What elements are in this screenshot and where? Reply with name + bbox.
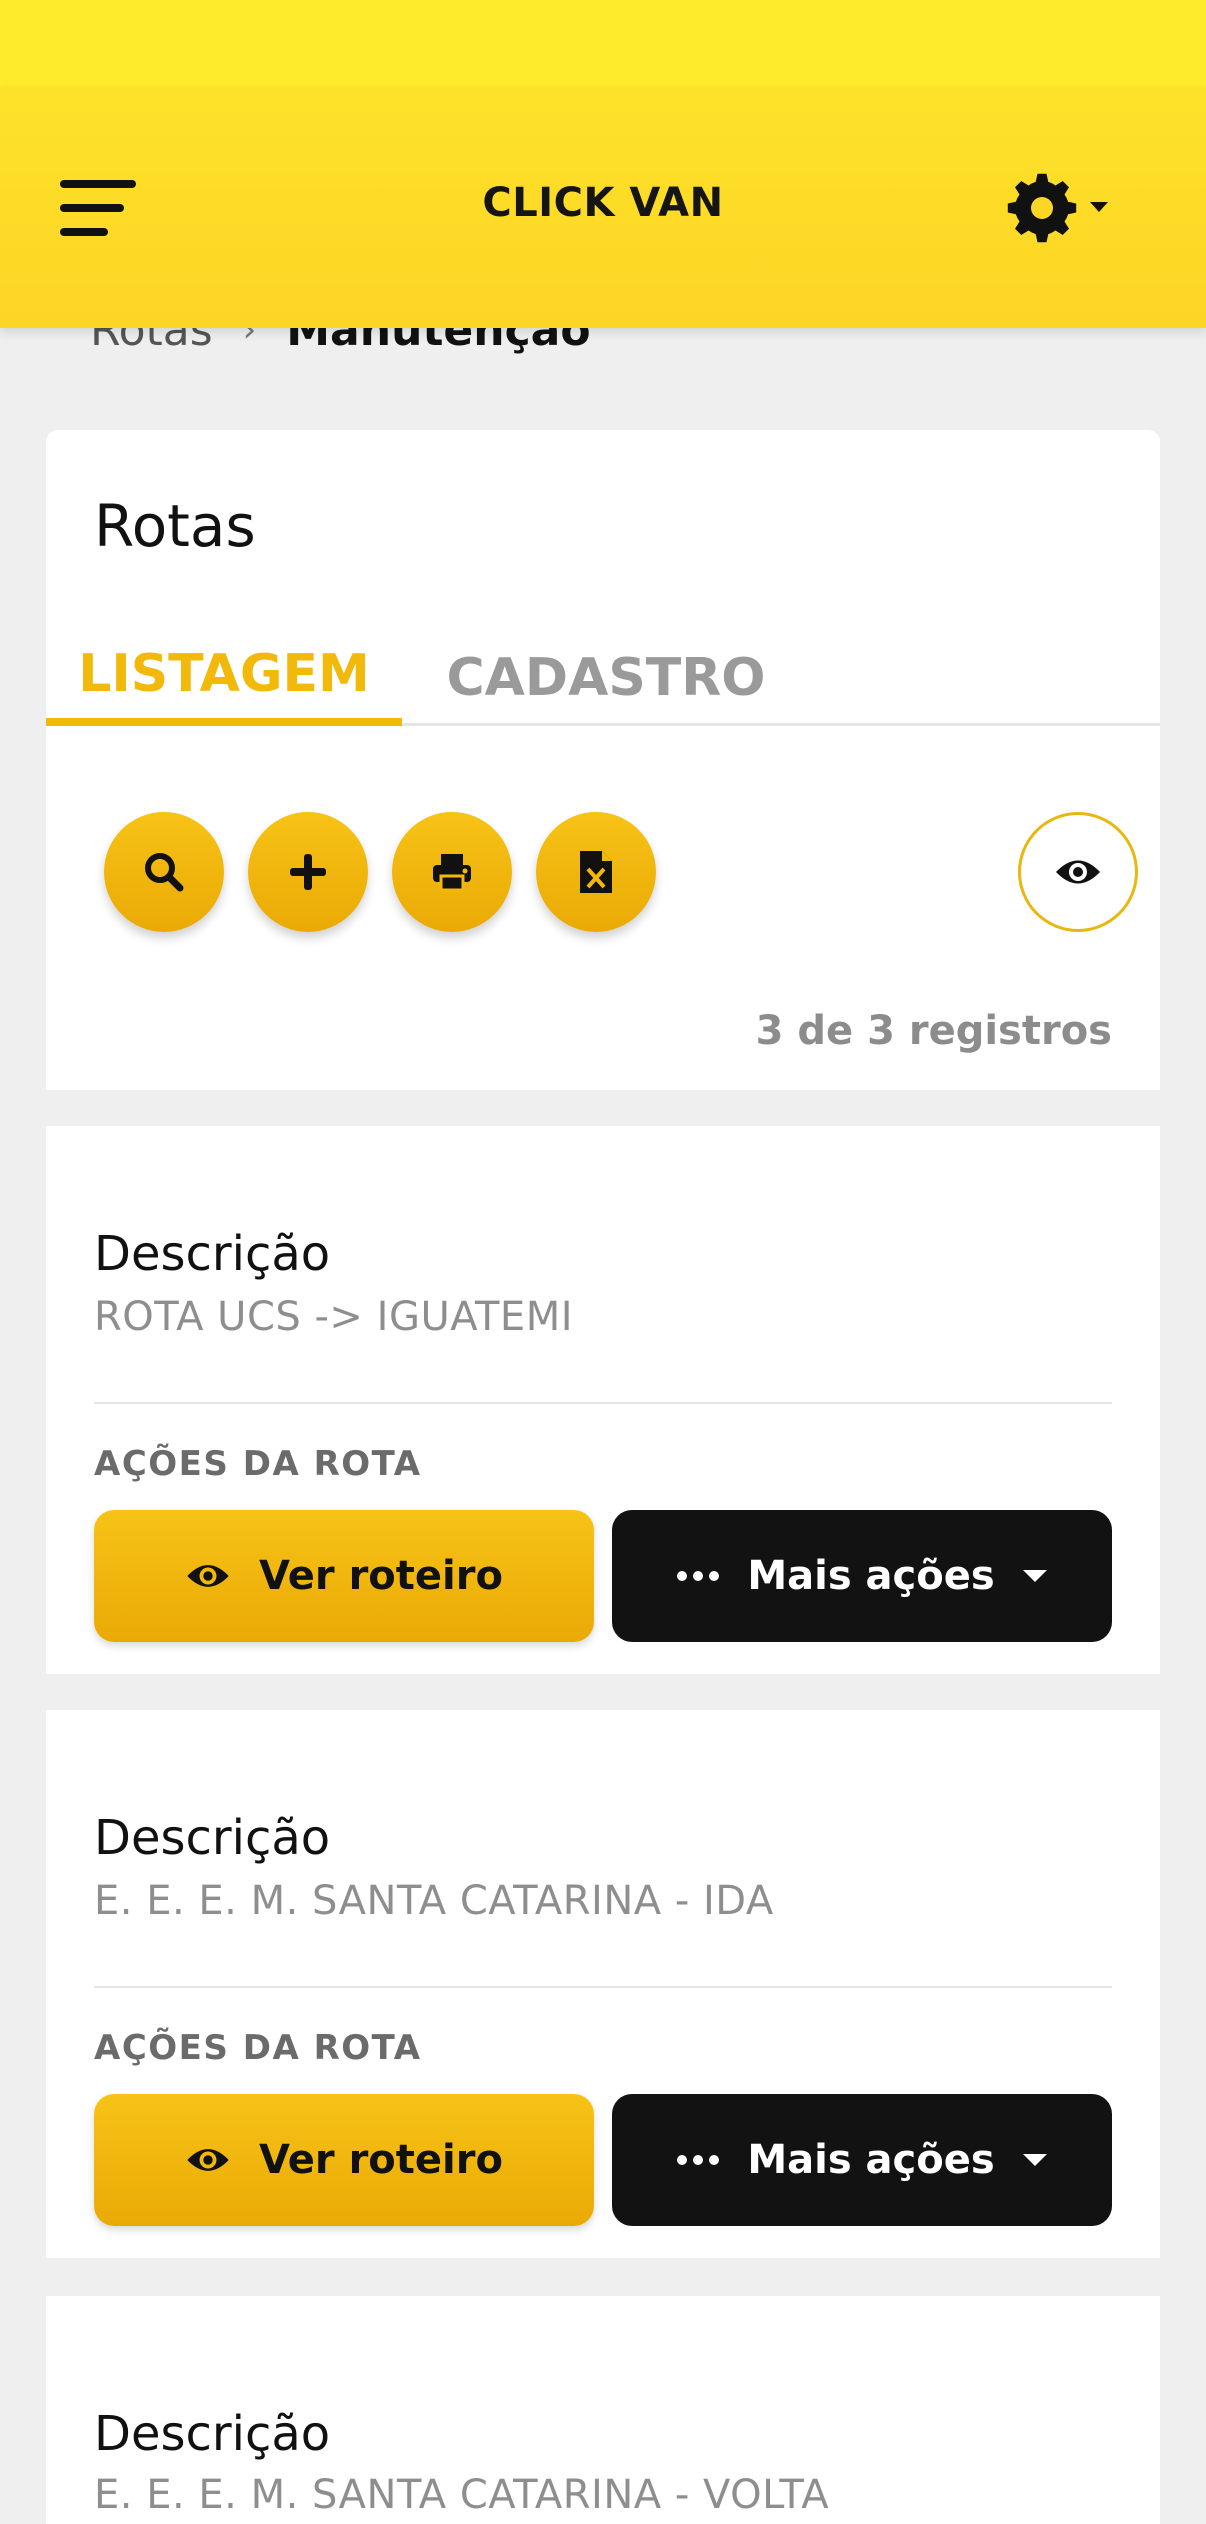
add-button[interactable] [248,812,368,932]
divider [94,1986,1112,1988]
print-icon [433,854,471,892]
view-itinerary-button[interactable]: Ver roteiro [94,2094,594,2226]
divider [94,1402,1112,1404]
search-icon [145,853,184,892]
route-description-value: E. E. E. M. SANTA CATARINA - IDA [94,1878,774,1924]
print-button[interactable] [392,812,512,932]
eye-icon [187,1565,229,1587]
route-card: Descrição E. E. E. M. SANTA CATARINA - I… [46,1710,1160,2258]
gear-icon [1007,173,1108,243]
routes-panel: Rotas LISTAGEM CADASTRO 3 de 3 registros [46,430,1160,1090]
route-description-label: Descrição [94,2406,331,2462]
export-excel-button[interactable] [536,812,656,932]
view-itinerary-label: Ver roteiro [259,1553,503,1599]
tab-listagem[interactable]: LISTAGEM [46,630,402,726]
records-count: 3 de 3 registros [755,1008,1112,1054]
route-actions-label: AÇÕES DA ROTA [94,2028,422,2068]
settings-dropdown-button[interactable] [1006,172,1118,244]
more-actions-button[interactable]: Mais ações [612,2094,1112,2226]
toggle-visibility-button[interactable] [1018,812,1138,932]
route-description-label: Descrição [94,1226,331,1282]
route-description-value: E. E. E. M. SANTA CATARINA - VOLTA [94,2472,830,2518]
status-bar [0,0,1206,88]
menu-line [60,228,108,236]
tab-bar: LISTAGEM CADASTRO [46,630,1160,726]
tab-cadastro[interactable]: CADASTRO [446,630,766,726]
ellipsis-icon [677,1571,720,1581]
route-card: Descrição E. E. E. M. SANTA CATARINA - V… [46,2296,1160,2524]
route-description-value: ROTA UCS -> IGUATEMI [94,1294,574,1340]
more-actions-label: Mais ações [747,1553,995,1599]
caret-down-icon [1022,1570,1047,1582]
view-itinerary-button[interactable]: Ver roteiro [94,1510,594,1642]
view-itinerary-label: Ver roteiro [259,2137,503,2183]
eye-icon [187,2149,229,2171]
page-title: Rotas [94,492,256,560]
caret-down-icon [1022,2154,1047,2166]
plus-icon [290,854,326,890]
route-actions-label: AÇÕES DA ROTA [94,1444,422,1484]
route-card: Descrição ROTA UCS -> IGUATEMI AÇÕES DA … [46,1126,1160,1674]
caret-down-icon [1090,202,1108,212]
route-description-label: Descrição [94,1810,331,1866]
search-button[interactable] [104,812,224,932]
more-actions-button[interactable]: Mais ações [612,1510,1112,1642]
ellipsis-icon [677,2155,720,2165]
more-actions-label: Mais ações [747,2137,995,2183]
excel-icon [580,851,612,893]
eye-icon [1056,860,1100,884]
